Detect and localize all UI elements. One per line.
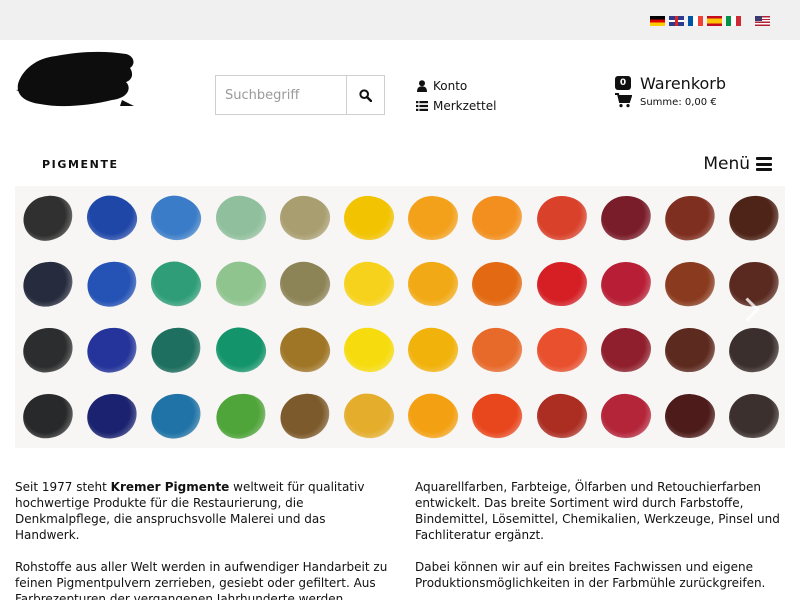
flag-germany-icon[interactable] (650, 16, 665, 26)
pigment-pile (273, 386, 336, 446)
pigment-pile (600, 327, 652, 373)
pigment-pile (342, 193, 396, 243)
flag-spain-icon[interactable] (707, 16, 722, 26)
cart-total: Summe: 0,00 € (640, 97, 717, 108)
pigment-pile (661, 191, 719, 245)
menu-label: Menü (703, 154, 750, 174)
wishlist-link[interactable]: Merkzettel (415, 96, 496, 116)
pigment-pile (274, 321, 335, 379)
cart-count-badge: 0 (615, 76, 631, 90)
menu-button[interactable]: Menü (703, 154, 772, 174)
pigment-pile (404, 323, 462, 377)
pigment-pile (146, 388, 206, 444)
flag-uk-icon[interactable] (669, 16, 684, 26)
pigment-pile (727, 325, 782, 375)
pigment-pile (406, 259, 461, 309)
pigment-pile (471, 260, 524, 308)
pigment-pile (145, 321, 207, 379)
flag-italy-icon[interactable] (726, 16, 741, 26)
pigment-pile (210, 387, 271, 445)
pigment-pile (598, 391, 653, 441)
pigment-pile (662, 259, 718, 309)
pigment-pile (82, 322, 143, 378)
shopping-cart-icon (615, 93, 633, 112)
brush-stroke-logo-icon (16, 51, 134, 107)
intro-paragraph: Dabei können wir auf ein breites Fachwis… (415, 560, 766, 590)
logo-subtitle: PIGMENTE (42, 158, 119, 171)
pigment-pile (81, 189, 143, 247)
pigment-pile (664, 393, 716, 439)
pigment-pile (20, 390, 76, 442)
pigment-pile (472, 195, 523, 241)
slider-next-arrow-icon[interactable] (735, 291, 763, 331)
cart-title: Warenkorb (640, 74, 727, 93)
cart-button[interactable]: 0 Warenkorb Summe: 0,00 € (614, 74, 774, 114)
account-link[interactable]: Konto (415, 76, 496, 96)
pigment-pile (724, 190, 784, 246)
user-icon (415, 80, 429, 92)
pigment-pile (18, 323, 78, 377)
pigment-pile (209, 321, 272, 379)
search-icon (359, 88, 372, 102)
pigment-pile (146, 190, 206, 246)
pigment-pile (339, 322, 399, 378)
intro-paragraph: Seit 1977 steht Kremer Pigmente weltweit… (15, 479, 390, 543)
language-bar (0, 0, 800, 40)
site-logo[interactable]: KREMER PIGMENTE (16, 50, 142, 171)
language-switcher (650, 16, 770, 26)
search-input[interactable] (216, 76, 346, 114)
flag-usa-icon[interactable] (755, 16, 770, 26)
pigment-pile (533, 390, 590, 442)
pigment-pile (276, 192, 333, 244)
list-icon (415, 101, 429, 111)
flag-france-icon[interactable] (688, 16, 703, 26)
pigment-pile (407, 195, 459, 241)
pigment-pile (664, 327, 716, 373)
pigment-banner-slider[interactable] (15, 186, 785, 448)
wishlist-label: Merkzettel (433, 99, 497, 113)
pigment-pile (728, 393, 780, 439)
pigment-pile (17, 255, 79, 313)
pigment-pile (599, 260, 652, 308)
intro-text-right: Aquarellfarben, Farbteige, Ölfarben und … (415, 479, 790, 600)
account-links: Konto Merkzettel (415, 76, 496, 116)
intro-text: Seit 1977 steht (15, 480, 111, 494)
pigment-pile (211, 191, 270, 245)
search-button[interactable] (346, 76, 384, 114)
account-label: Konto (433, 79, 468, 93)
pigment-pile (83, 389, 141, 443)
pigment-pile (403, 388, 463, 444)
pigment-pile (340, 258, 398, 310)
pigment-pile (145, 255, 207, 313)
pigment-pile (275, 257, 334, 311)
intro-paragraph: Rohstoffe aus aller Welt werden in aufwe… (15, 560, 388, 600)
pigment-pile (81, 255, 143, 313)
pigment-pile (536, 262, 587, 306)
hamburger-icon (756, 157, 772, 171)
pigment-pile (469, 325, 525, 375)
pigment-pile (338, 387, 400, 445)
pigment-pile (468, 389, 527, 443)
intro-text-left: Seit 1977 steht Kremer Pigmente weltweit… (15, 479, 390, 600)
pigment-pile (535, 194, 589, 242)
search-form (215, 75, 385, 115)
pigment-pile (16, 188, 80, 248)
pigment-pile (535, 326, 589, 374)
logo-wordmark: KREMER (42, 110, 142, 135)
pigment-pile (598, 193, 654, 243)
pigment-pile (210, 256, 271, 312)
brand-name: Kremer Pigmente (110, 480, 230, 494)
intro-paragraph: Aquarellfarben, Farbteige, Ölfarben und … (415, 480, 780, 542)
